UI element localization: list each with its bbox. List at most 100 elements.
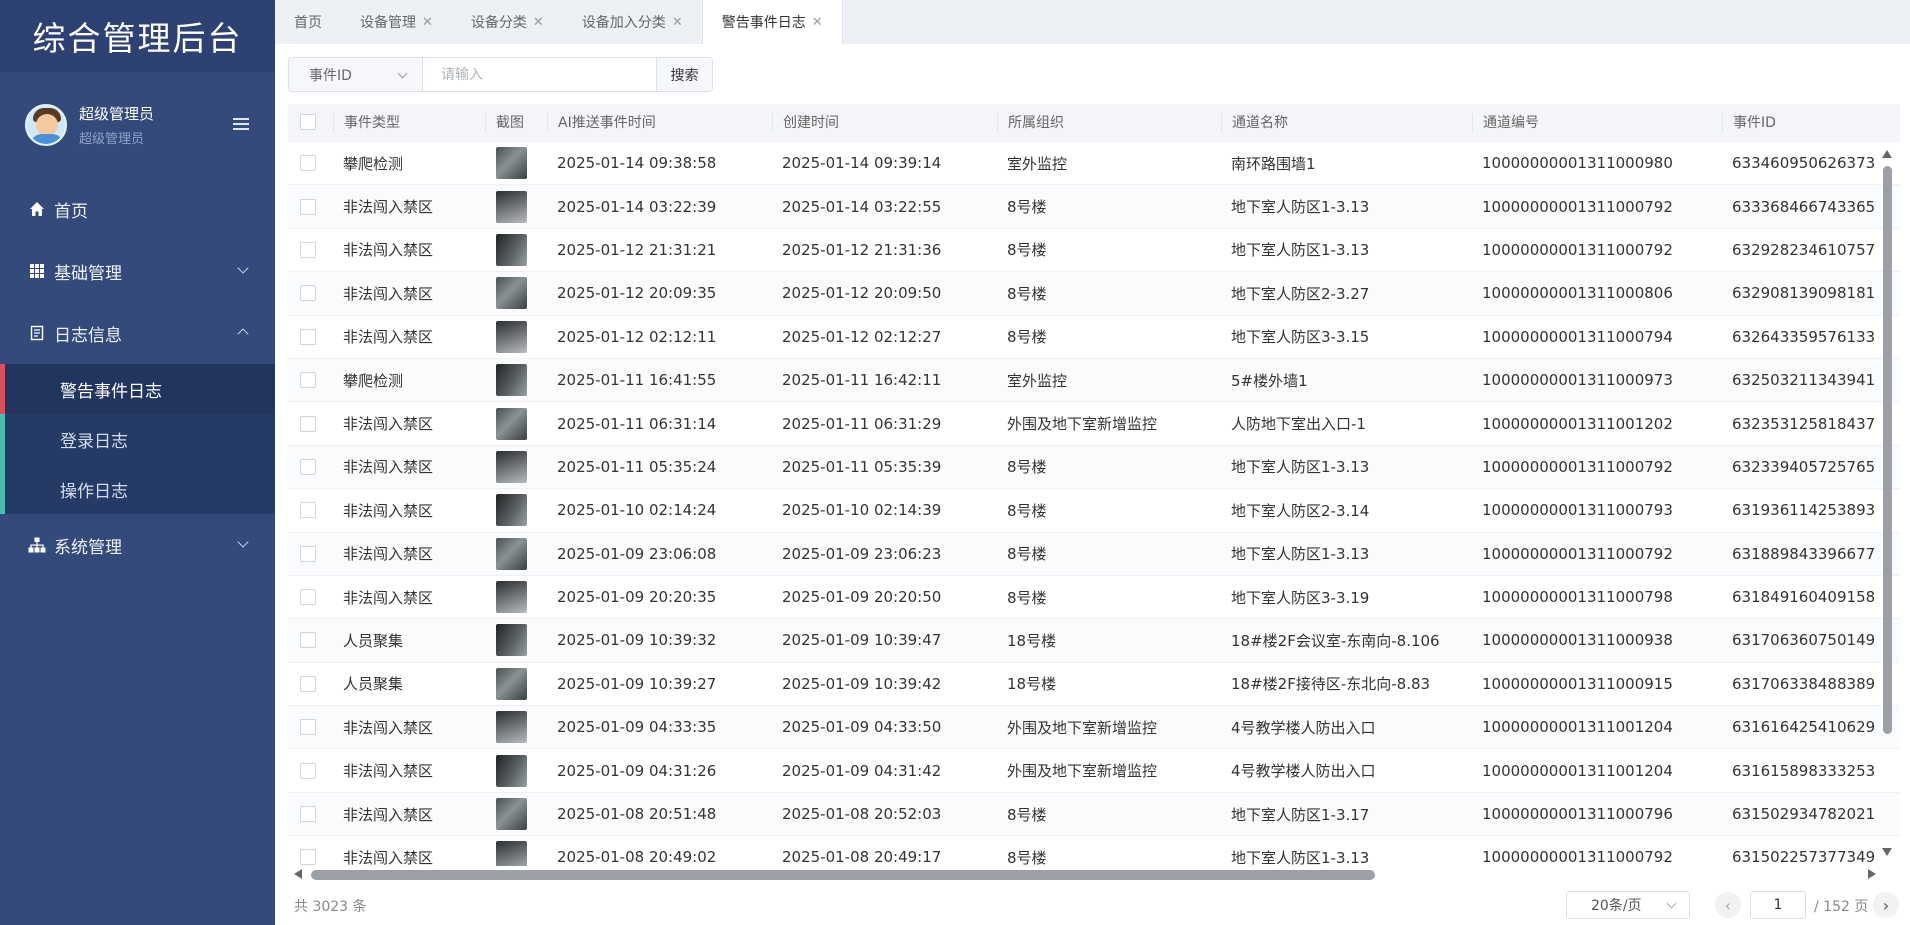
scroll-up-icon[interactable]: [1882, 150, 1892, 158]
row-checkbox[interactable]: [300, 849, 316, 866]
page-size-select[interactable]: 20条/页: [1566, 891, 1690, 919]
screenshot-thumbnail[interactable]: [496, 841, 527, 866]
tab-home[interactable]: 首页: [275, 0, 341, 44]
screenshot-thumbnail[interactable]: [496, 624, 527, 657]
table-cell: 2025-01-09 04:33:50: [782, 718, 942, 737]
tab-device-add-category[interactable]: 设备加入分类 ✕: [563, 0, 702, 44]
row-checkbox[interactable]: [300, 415, 316, 432]
row-checkbox[interactable]: [300, 806, 316, 823]
nav-item-home[interactable]: 首页: [0, 178, 275, 240]
scroll-left-icon[interactable]: [294, 869, 302, 879]
table-cell: 632928234610757: [1732, 240, 1876, 259]
select-all-checkbox[interactable]: [300, 114, 316, 130]
tab-device-management[interactable]: 设备管理 ✕: [341, 0, 452, 44]
screenshot-thumbnail[interactable]: [496, 147, 527, 180]
sidebar-item-login-log[interactable]: 登录日志: [0, 414, 275, 464]
row-checkbox[interactable]: [300, 719, 316, 736]
row-checkbox[interactable]: [300, 198, 316, 215]
row-checkbox[interactable]: [300, 458, 316, 475]
column-header[interactable]: 事件ID: [1722, 114, 1900, 132]
screenshot-thumbnail[interactable]: [496, 277, 527, 310]
nav-item-log-info[interactable]: 日志信息: [0, 302, 275, 364]
column-header[interactable]: AI推送事件时间: [547, 114, 772, 132]
table-row[interactable]: 人员聚集 2025-01-09 10:39:27 2025-01-09 10:39:…: [288, 663, 1900, 707]
scroll-down-icon[interactable]: [1882, 848, 1892, 856]
row-select-cell: [288, 415, 333, 432]
table-row[interactable]: 非法闯入禁区 2025-01-09 04:31:26 2025-01-09 04:3…: [288, 749, 1900, 793]
scroll-thumb[interactable]: [311, 870, 1375, 880]
row-checkbox[interactable]: [300, 372, 316, 389]
table-row[interactable]: 非法闯入禁区 2025-01-08 20:51:48 2025-01-08 20:5…: [288, 792, 1900, 837]
row-checkbox[interactable]: [300, 502, 316, 519]
scroll-right-icon[interactable]: [1868, 869, 1876, 879]
row-checkbox[interactable]: [300, 545, 316, 562]
nav-item-basic-management[interactable]: 基础管理: [0, 240, 275, 302]
row-checkbox[interactable]: [300, 675, 316, 692]
screenshot-thumbnail[interactable]: [496, 711, 527, 744]
prev-page-button[interactable]: ‹: [1715, 892, 1741, 918]
row-checkbox[interactable]: [300, 155, 316, 172]
screenshot-thumbnail[interactable]: [496, 754, 527, 787]
menu-collapse-icon[interactable]: [233, 118, 249, 132]
nav-item-system-management[interactable]: 系统管理: [0, 514, 275, 576]
screenshot-thumbnail[interactable]: [496, 494, 527, 527]
row-checkbox[interactable]: [300, 762, 316, 779]
table-row[interactable]: 非法闯入禁区 2025-01-10 02:14:24 2025-01-10 02:1…: [288, 489, 1900, 533]
column-header[interactable]: 截图: [485, 114, 547, 132]
screenshot-thumbnail[interactable]: [496, 537, 527, 570]
column-header[interactable]: 事件类型: [333, 114, 485, 132]
page-number-input[interactable]: [1750, 891, 1806, 919]
screenshot-thumbnail[interactable]: [496, 450, 527, 483]
horizontal-scrollbar[interactable]: [292, 868, 1878, 880]
row-checkbox[interactable]: [300, 632, 316, 649]
table-row[interactable]: 非法闯入禁区 2025-01-09 20:20:35 2025-01-09 20:2…: [288, 576, 1900, 620]
row-checkbox[interactable]: [300, 285, 316, 302]
close-icon[interactable]: ✕: [812, 15, 823, 30]
table-row[interactable]: 非法闯入禁区 2025-01-12 02:12:11 2025-01-12 02:1…: [288, 316, 1900, 359]
table-cell: 10000000001311000792: [1482, 848, 1673, 866]
screenshot-thumbnail[interactable]: [496, 364, 527, 397]
column-header[interactable]: 通道名称: [1221, 114, 1472, 132]
table-row[interactable]: 人员聚集 2025-01-09 10:39:32 2025-01-09 10:39:…: [288, 619, 1900, 663]
table-row[interactable]: 非法闯入禁区 2025-01-08 20:49:02 2025-01-08 20:4…: [288, 836, 1900, 866]
row-checkbox[interactable]: [300, 241, 316, 258]
scroll-thumb[interactable]: [1883, 166, 1892, 734]
column-header[interactable]: 通道编号: [1472, 114, 1722, 132]
screenshot-thumbnail[interactable]: [496, 407, 527, 440]
sitemap-icon: [28, 536, 46, 554]
tab-alert-log[interactable]: 警告事件日志 ✕: [701, 0, 843, 44]
next-page-button[interactable]: ›: [1873, 892, 1899, 918]
vertical-scrollbar[interactable]: [1882, 150, 1892, 856]
sidebar-item-operation-log[interactable]: 操作日志: [0, 464, 275, 514]
screenshot-thumbnail[interactable]: [496, 320, 527, 353]
column-header[interactable]: 所属组织: [997, 114, 1221, 132]
close-icon[interactable]: ✕: [672, 15, 683, 30]
avatar[interactable]: [25, 104, 67, 146]
close-icon[interactable]: ✕: [422, 15, 433, 30]
table-row[interactable]: 攀爬检测 2025-01-14 09:38:58 2025-01-14 09:39:…: [288, 142, 1900, 186]
screenshot-thumbnail[interactable]: [496, 667, 527, 700]
table-row[interactable]: 非法闯入禁区 2025-01-09 23:06:08 2025-01-09 23:0…: [288, 532, 1900, 576]
sidebar-item-alert-log[interactable]: 警告事件日志: [0, 364, 275, 414]
screenshot-thumbnail[interactable]: [496, 190, 527, 223]
table-row[interactable]: 非法闯入禁区 2025-01-11 06:31:14 2025-01-11 06:3…: [288, 402, 1900, 446]
row-checkbox[interactable]: [300, 589, 316, 606]
table-row[interactable]: 攀爬检测 2025-01-11 16:41:55 2025-01-11 16:42:…: [288, 358, 1900, 403]
table-row[interactable]: 非法闯入禁区 2025-01-12 21:31:21 2025-01-12 21:3…: [288, 229, 1900, 273]
column-header[interactable]: 创建时间: [772, 114, 997, 132]
screenshot-thumbnail[interactable]: [496, 581, 527, 614]
search-button[interactable]: 搜索: [656, 58, 712, 91]
table-row[interactable]: 非法闯入禁区 2025-01-09 04:33:35 2025-01-09 04:3…: [288, 706, 1900, 750]
screenshot-thumbnail[interactable]: [496, 798, 527, 831]
table-cell: 地下室人防区1-3.17: [1231, 805, 1370, 824]
close-icon[interactable]: ✕: [533, 15, 544, 30]
search-field-select[interactable]: 事件ID: [289, 58, 423, 91]
table-cell: 非法闯入禁区: [343, 762, 434, 781]
table-row[interactable]: 非法闯入禁区 2025-01-12 20:09:35 2025-01-12 20:0…: [288, 272, 1900, 316]
search-input[interactable]: [423, 58, 656, 91]
table-row[interactable]: 非法闯入禁区 2025-01-14 03:22:39 2025-01-14 03:2…: [288, 185, 1900, 229]
tab-device-category[interactable]: 设备分类 ✕: [452, 0, 563, 44]
table-row[interactable]: 非法闯入禁区 2025-01-11 05:35:24 2025-01-11 05:3…: [288, 445, 1900, 490]
row-checkbox[interactable]: [300, 328, 316, 345]
screenshot-thumbnail[interactable]: [496, 233, 527, 266]
